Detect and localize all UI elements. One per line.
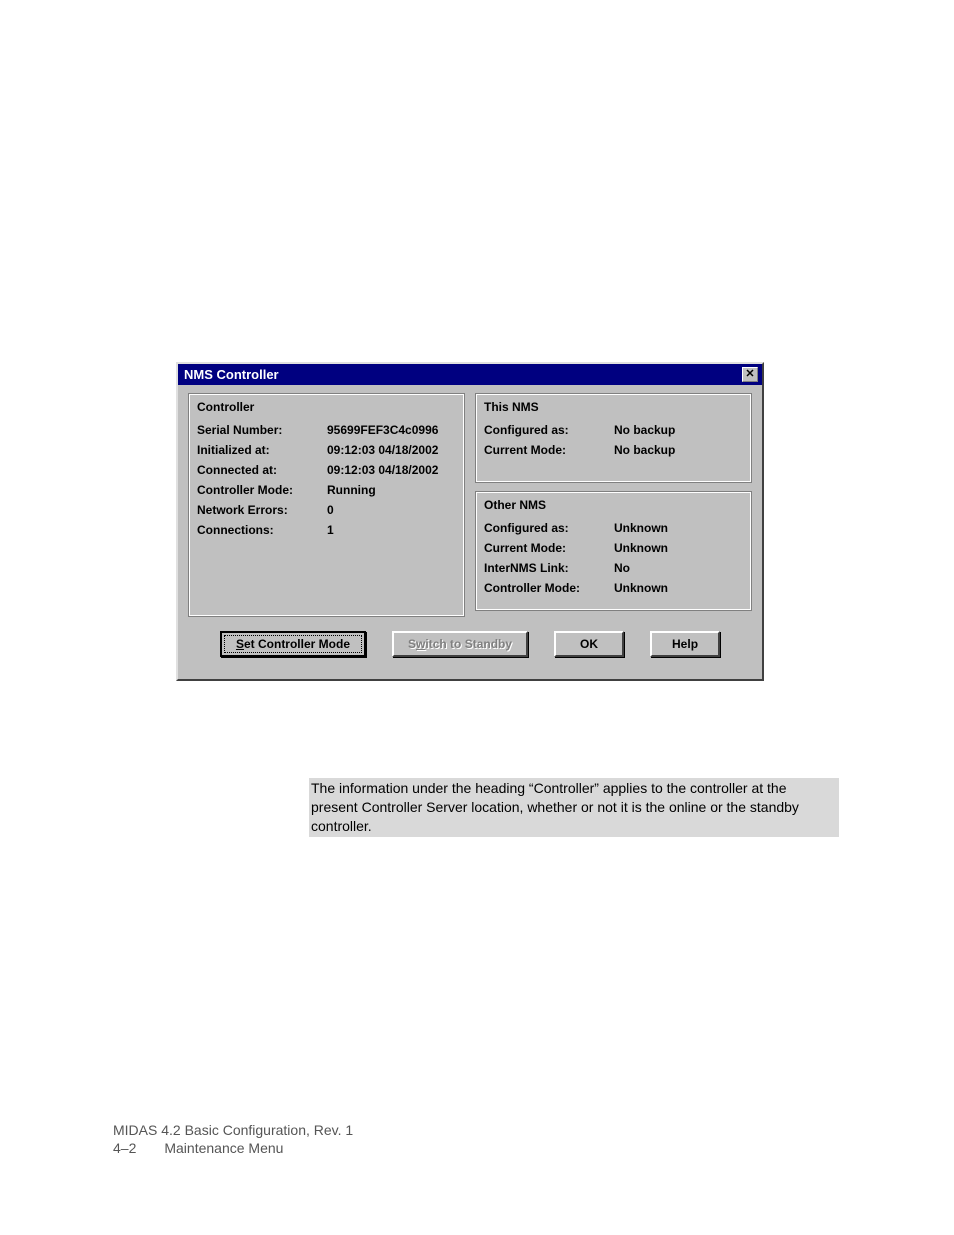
set-controller-mode-button[interactable]: Set Controller Mode [220,631,366,657]
initialized-at-label: Initialized at: [197,440,327,460]
serial-number-label: Serial Number: [197,420,327,440]
this-current-mode-value: No backup [614,440,743,460]
switch-to-standby-button[interactable]: Switch to Standby [392,631,528,657]
other-nms-legend: Other NMS [484,496,743,518]
titlebar: NMS Controller ✕ [178,364,762,385]
table-row: Connected at:09:12:03 04/18/2002 [197,460,456,480]
table-row: InterNMS Link:No [484,558,743,578]
table-row: Connections:1 [197,520,456,540]
this-nms-legend: This NMS [484,398,743,420]
table-row: Controller Mode:Running [197,480,456,500]
other-controller-mode-label: Controller Mode: [484,578,614,598]
this-nms-group: This NMS Configured as:No backup Current… [475,393,752,483]
table-row: Initialized at:09:12:03 04/18/2002 [197,440,456,460]
connected-at-value: 09:12:03 04/18/2002 [327,460,456,480]
internms-link-label: InterNMS Link: [484,558,614,578]
table-row: Serial Number:95699FEF3C4c0996 [197,420,456,440]
table-row: Configured as:Unknown [484,518,743,538]
table-row: Configured as:No backup [484,420,743,440]
footer-page-number: 4–2 [113,1139,136,1157]
nms-controller-dialog: NMS Controller ✕ Controller Serial Numbe… [176,362,764,681]
initialized-at-value: 09:12:03 04/18/2002 [327,440,456,460]
connected-at-label: Connected at: [197,460,327,480]
other-configured-as-value: Unknown [614,518,743,538]
controller-legend: Controller [197,398,456,420]
this-configured-as-value: No backup [614,420,743,440]
this-current-mode-label: Current Mode: [484,440,614,460]
other-controller-mode-value: Unknown [614,578,743,598]
dialog-body: Controller Serial Number:95699FEF3C4c099… [178,385,762,679]
connections-label: Connections: [197,520,327,540]
page-footer: MIDAS 4.2 Basic Configuration, Rev. 1 4–… [113,1121,353,1157]
table-row: Controller Mode:Unknown [484,578,743,598]
table-row: Current Mode:No backup [484,440,743,460]
serial-number-value: 95699FEF3C4c0996 [327,420,456,440]
help-button[interactable]: Help [650,631,720,657]
dialog-title: NMS Controller [184,367,279,382]
panels: Controller Serial Number:95699FEF3C4c099… [188,393,752,617]
network-errors-value: 0 [327,500,456,520]
button-row: Set Controller Mode Switch to Standby OK… [188,617,752,669]
controller-group: Controller Serial Number:95699FEF3C4c099… [188,393,465,617]
ok-button[interactable]: OK [554,631,624,657]
network-errors-label: Network Errors: [197,500,327,520]
other-configured-as-label: Configured as: [484,518,614,538]
other-nms-group: Other NMS Configured as:Unknown Current … [475,491,752,611]
close-icon[interactable]: ✕ [742,367,758,382]
table-row: Current Mode:Unknown [484,538,743,558]
this-configured-as-label: Configured as: [484,420,614,440]
internms-link-value: No [614,558,743,578]
note-text: The information under the heading “Contr… [309,778,839,837]
footer-line1: MIDAS 4.2 Basic Configuration, Rev. 1 [113,1121,353,1139]
footer-section: Maintenance Menu [164,1139,283,1157]
other-current-mode-value: Unknown [614,538,743,558]
other-current-mode-label: Current Mode: [484,538,614,558]
controller-mode-value: Running [327,480,456,500]
connections-value: 1 [327,520,456,540]
table-row: Network Errors:0 [197,500,456,520]
controller-mode-label: Controller Mode: [197,480,327,500]
